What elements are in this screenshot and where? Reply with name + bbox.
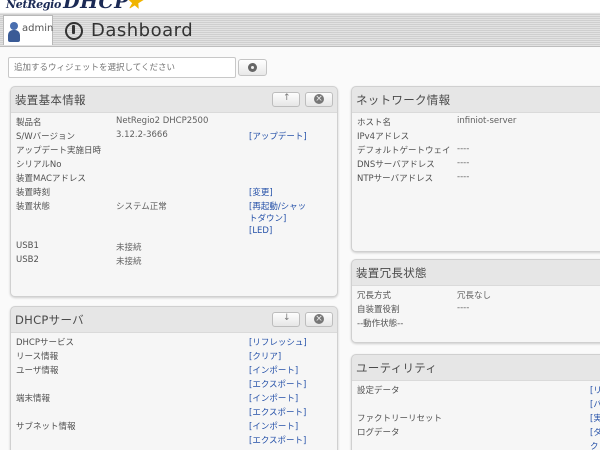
- export-link[interactable]: [エクスポート]: [249, 406, 306, 418]
- row-value: ----: [457, 158, 470, 168]
- change-time-link[interactable]: [変更]: [249, 186, 273, 198]
- row-label: 装置状態: [16, 202, 51, 212]
- row-value: システム正常: [116, 202, 167, 212]
- panel-title: ユーティリティ: [356, 361, 438, 375]
- import-link[interactable]: [インポート]: [249, 392, 298, 404]
- panel-title: DHCPサーバ: [15, 313, 84, 327]
- row-label: サブネット情報: [16, 422, 76, 432]
- panel-body: DHCPサービス [リフレッシュ] リース情報 [クリア] ユーザ情報 [インポ…: [11, 332, 337, 450]
- row-label: DNSサーバアドレス: [357, 160, 435, 170]
- row-label: 設定データ: [357, 386, 400, 396]
- row-label: 端末情報: [16, 394, 51, 404]
- restore-link[interactable]: [リ: [590, 384, 600, 396]
- app-logo: NetRegio DHCP★: [6, 0, 142, 12]
- row-label: デフォルトゲートウェイ: [357, 146, 451, 156]
- clear-link[interactable]: [クリア]: [249, 350, 281, 362]
- row-label: --動作状態--: [357, 319, 404, 329]
- reboot-shutdown-link[interactable]: [再起動/シャッ: [249, 200, 306, 212]
- factory-reset-link[interactable]: [実: [590, 412, 600, 424]
- row-label: USB1: [16, 241, 39, 251]
- page-title: Dashboard: [91, 20, 194, 41]
- import-link[interactable]: [インポート]: [249, 420, 298, 432]
- add-widget-button[interactable]: [238, 59, 267, 76]
- row-label: 自装置役割: [357, 305, 400, 315]
- redundancy-panel: 装置冗長状態 冗長方式 冗長なし 自装置役割 ---- --動作状態--: [351, 259, 600, 343]
- panel-body: 冗長方式 冗長なし 自装置役割 ---- --動作状態--: [352, 285, 600, 342]
- add-icon: [248, 63, 257, 72]
- panel-title: 装置基本情報: [15, 93, 86, 107]
- row-label: リース情報: [16, 352, 59, 362]
- logo-bar: NetRegio DHCP★: [0, 0, 600, 12]
- row-label: DHCPサービス: [16, 338, 74, 348]
- row-label: 装置時刻: [16, 188, 51, 198]
- row-label: S/Wバージョン: [16, 132, 75, 142]
- row-value: 3.12.2-3666: [116, 130, 168, 140]
- row-label: 装置MACアドレス: [16, 174, 86, 184]
- nav-bar: admin Dashboard: [0, 13, 600, 47]
- row-label: シリアルNo: [16, 160, 62, 170]
- row-label: USB2: [16, 255, 39, 265]
- row-value: ----: [457, 172, 470, 182]
- row-value: ----: [457, 144, 470, 154]
- update-link[interactable]: [アップデート]: [249, 130, 307, 142]
- panel-body: 設定データ [リ [バ ファクトリーリセット [実 ログデータ [ダ ク: [352, 380, 600, 450]
- row-value: 未接続: [116, 257, 142, 267]
- network-info-panel: ネットワーク情報 ホスト名 infiniot-server IPv4アドレス デ…: [351, 86, 600, 252]
- row-value: infiniot-server: [457, 116, 517, 126]
- export-link[interactable]: [エクスポート]: [249, 434, 306, 446]
- row-label: NTPサーバアドレス: [357, 174, 434, 184]
- panel-body: 製品名 NetRegio2 DHCP2500 S/Wバージョン 3.12.2-3…: [11, 112, 337, 296]
- led-link[interactable]: [LED]: [249, 226, 272, 236]
- row-label: ファクトリーリセット: [357, 414, 443, 424]
- row-label: ホスト名: [357, 118, 392, 128]
- dhcp-server-panel: DHCPサーバ DHCPサービス [リフレッシュ] リース情報 [クリア] ユー…: [10, 306, 338, 450]
- user-menu-tab[interactable]: admin: [3, 15, 53, 45]
- close-panel-button[interactable]: [305, 312, 333, 327]
- import-link[interactable]: [インポート]: [249, 364, 298, 376]
- logo-small-text: NetRegio: [6, 0, 62, 11]
- panel-body: ホスト名 infiniot-server IPv4アドレス デフォルトゲートウェ…: [352, 112, 600, 251]
- export-link[interactable]: [エクスポート]: [249, 378, 306, 390]
- refresh-link[interactable]: [リフレッシュ]: [249, 336, 307, 348]
- row-value: NetRegio2 DHCP2500: [116, 116, 209, 126]
- utility-panel: ユーティリティ 設定データ [リ [バ ファクトリーリセット [実 ログデータ …: [351, 354, 600, 450]
- dashboard-icon: [65, 22, 83, 40]
- move-down-button[interactable]: [272, 312, 300, 327]
- user-icon: [8, 22, 20, 42]
- row-label: 製品名: [16, 118, 42, 128]
- star-icon: ★: [125, 0, 143, 12]
- move-up-button[interactable]: [272, 92, 300, 107]
- logo-large-text: DHCP: [63, 0, 129, 12]
- reboot-shutdown-link[interactable]: トダウン]: [249, 212, 286, 224]
- row-value: ----: [457, 303, 470, 313]
- row-label: ユーザ情報: [16, 366, 59, 376]
- device-info-panel: 装置基本情報 製品名 NetRegio2 DHCP2500 S/Wバージョン 3…: [10, 86, 338, 297]
- panel-title: ネットワーク情報: [356, 93, 451, 107]
- download-link[interactable]: [ダ: [590, 426, 600, 438]
- row-label: IPv4アドレス: [357, 132, 410, 142]
- row-value: 未接続: [116, 243, 142, 253]
- close-panel-button[interactable]: [305, 92, 333, 107]
- backup-link[interactable]: [バ: [590, 398, 600, 410]
- panel-title: 装置冗長状態: [356, 266, 427, 280]
- widget-select-input[interactable]: [8, 57, 236, 78]
- row-label: アップデート実施日時: [16, 146, 102, 156]
- user-label: admin: [22, 23, 54, 34]
- row-value: 冗長なし: [457, 291, 492, 301]
- row-label: ログデータ: [357, 428, 400, 438]
- row-label: 冗長方式: [357, 291, 392, 301]
- clear-log-link[interactable]: ク: [590, 440, 599, 450]
